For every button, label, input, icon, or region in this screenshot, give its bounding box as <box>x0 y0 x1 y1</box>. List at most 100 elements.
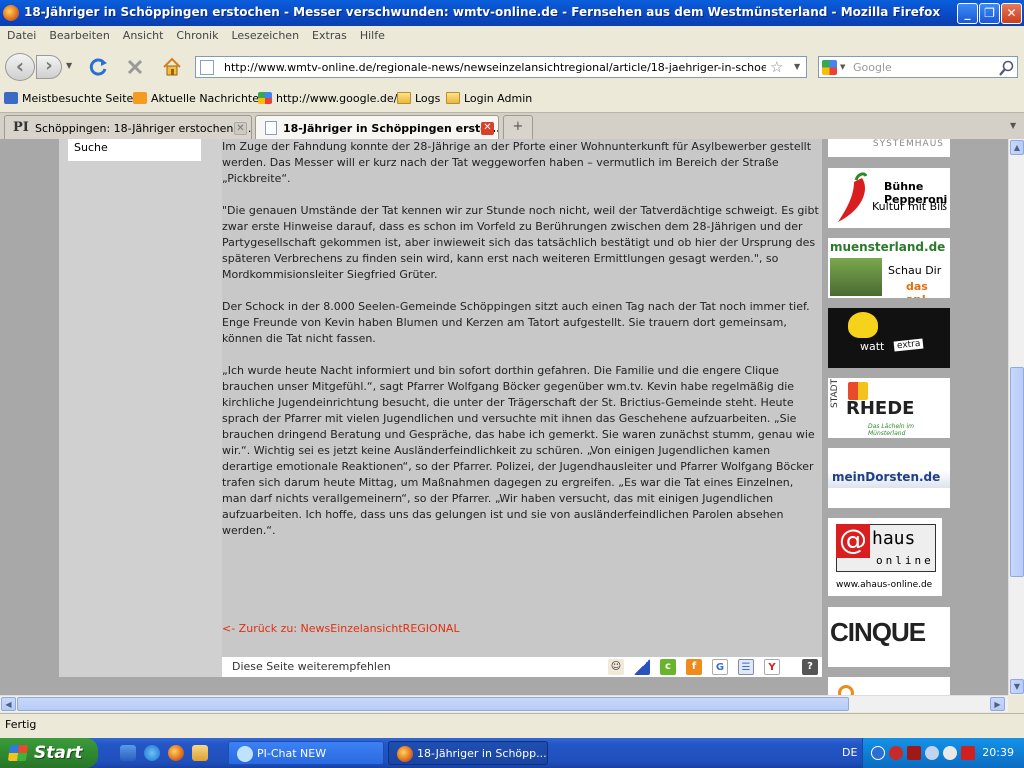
menu-chronik[interactable]: Chronik <box>169 26 224 42</box>
stop-icon[interactable] <box>126 58 144 76</box>
back-link[interactable]: <- Zurück zu: NewsEinzelansichtREGIONAL <box>222 622 460 635</box>
social-icon[interactable]: c <box>660 659 676 675</box>
firefox-quicklaunch-icon[interactable] <box>168 745 184 761</box>
task-pi-chat[interactable]: PI-Chat NEW <box>228 741 384 765</box>
bookmark-login-admin[interactable]: Login Admin <box>446 92 532 105</box>
folder-icon <box>446 92 460 104</box>
home-icon[interactable] <box>162 57 182 76</box>
folkd-icon[interactable]: f <box>686 659 702 675</box>
tab-close-icon[interactable]: ✕ <box>481 122 494 135</box>
minimize-button[interactable]: _ <box>957 3 978 24</box>
menu-datei[interactable]: Datei <box>0 26 42 42</box>
horizontal-scrollbar[interactable]: ◀ ▶ <box>0 695 1008 712</box>
address-bar[interactable]: http://www.wmtv-online.de/regionale-news… <box>195 56 807 78</box>
messenger-icon[interactable] <box>192 745 208 761</box>
reload-icon[interactable] <box>89 57 109 77</box>
search-placeholder: Google <box>853 61 892 74</box>
scroll-down-icon[interactable]: ▼ <box>1010 679 1024 694</box>
tab-list-icon[interactable]: ▼ <box>1010 121 1016 130</box>
firefox-window: 18-Jähriger in Schöppingen erstochen - M… <box>0 0 1024 738</box>
article-paragraph: „Ich wurde heute Nacht informiert und bi… <box>222 364 815 537</box>
language-indicator[interactable]: DE <box>842 746 857 759</box>
tray-expand-icon[interactable] <box>871 746 885 760</box>
menu-extras[interactable]: Extras <box>305 26 353 42</box>
google-icon[interactable] <box>822 60 837 75</box>
tab-schoeppingen-pi[interactable]: PI Schöppingen: 18-Jähriger erstochen - … <box>4 115 252 140</box>
maximize-button[interactable]: ❐ <box>979 3 1000 24</box>
network-icon[interactable] <box>925 746 939 760</box>
task-firefox-active[interactable]: 18-Jähriger in Schöpp... <box>388 741 548 765</box>
lightbulb-icon <box>848 312 878 338</box>
left-sidebar: Suche <box>59 139 222 677</box>
url-dropdown-icon[interactable]: ▼ <box>794 62 800 71</box>
firefox-icon <box>3 5 19 21</box>
scroll-left-icon[interactable]: ◀ <box>1 697 16 711</box>
scroll-thumb-horizontal[interactable] <box>17 697 849 711</box>
ad-partial[interactable] <box>828 677 950 695</box>
volume-icon[interactable] <box>943 746 957 760</box>
article-body: Im Zuge der Fahndung konnte der 28-Jähri… <box>222 139 820 555</box>
help-icon[interactable]: ? <box>802 659 818 675</box>
vertical-scrollbar[interactable]: ▲ ▼ <box>1008 139 1024 695</box>
wireless-icon[interactable] <box>961 746 975 760</box>
page-icon <box>265 121 277 135</box>
article-paragraph: "Die genauen Umstände der Tat kennen wir… <box>222 204 819 281</box>
delicious-icon[interactable] <box>634 659 650 675</box>
ad-stadt-rhede[interactable]: STADT RHEDE Das Lächeln im Münsterland <box>828 378 950 438</box>
page-icon <box>200 60 214 75</box>
search-box[interactable]: ▼ Google <box>818 56 1018 78</box>
scroll-right-icon[interactable]: ▶ <box>990 697 1005 711</box>
menu-ansicht[interactable]: Ansicht <box>116 26 170 42</box>
close-button[interactable]: ✕ <box>1001 3 1022 24</box>
recommend-label: Diese Seite weiterempfehlen <box>232 660 391 673</box>
tab-close-icon[interactable]: ✕ <box>234 122 247 135</box>
ad-logo-icon <box>838 685 854 695</box>
chili-pepper-icon <box>838 172 868 222</box>
menu-hilfe[interactable]: Hilfe <box>353 26 391 42</box>
start-button[interactable]: Start <box>0 738 98 768</box>
search-icon[interactable] <box>999 60 1015 76</box>
ad-cinque[interactable]: CINQUE <box>828 607 950 667</box>
ad-muensterland[interactable]: muensterland.de Schau Dir das an! <box>828 238 950 298</box>
ad-ahaus-online[interactable]: @ haus online www.ahaus-online.de <box>828 518 942 596</box>
folder-icon <box>397 92 411 104</box>
person-icon[interactable]: ☺ <box>608 659 624 675</box>
bookmark-meistbesuchte[interactable]: Meistbesuchte Seiten <box>4 92 140 105</box>
bookmark-logs[interactable]: Logs <box>397 92 440 105</box>
ad-mein-dorsten[interactable]: meinDorsten.de <box>828 448 950 508</box>
url-text[interactable]: http://www.wmtv-online.de/regionale-news… <box>224 61 766 74</box>
back-button[interactable]: ‹ <box>5 53 35 81</box>
rss-icon <box>133 92 147 104</box>
google-bookmark-icon[interactable]: G <box>712 659 728 675</box>
taskbar: Start PI-Chat NEW 18-Jähriger in Schöpp.… <box>0 738 1024 768</box>
scroll-up-icon[interactable]: ▲ <box>1010 140 1024 155</box>
menu-bearbeiten[interactable]: Bearbeiten <box>42 26 115 42</box>
clock: 20:39 <box>982 746 1014 759</box>
history-dropdown-icon[interactable]: ▼ <box>66 61 72 70</box>
security-icon[interactable] <box>889 746 903 760</box>
new-tab-button[interactable]: + <box>503 115 533 140</box>
bookmark-google[interactable]: http://www.google.de/ <box>258 92 397 105</box>
status-text: Fertig <box>5 718 37 731</box>
article-paragraph: Im Zuge der Fahndung konnte der 28-Jähri… <box>222 140 812 185</box>
status-bar: Fertig <box>0 713 1024 735</box>
ad-watt-extra[interactable]: watt extra <box>828 308 950 368</box>
tab-18-jaehriger-active[interactable]: 18-Jähriger in Schöppingen ersto... ✕ <box>255 115 499 140</box>
bookmark-star-icon[interactable]: ☆ <box>770 58 783 76</box>
menu-lesezeichen[interactable]: Lesezeichen <box>224 26 305 42</box>
system-tray: 20:39 <box>862 738 1024 768</box>
scroll-thumb[interactable] <box>1010 367 1024 577</box>
search-nav-item[interactable]: Suche <box>68 139 201 161</box>
ad-systemhaus[interactable]: SYSTEMHAUS <box>828 139 950 157</box>
yahoo-icon[interactable]: Y <box>764 659 780 675</box>
shield-icon[interactable] <box>907 746 921 760</box>
forward-button[interactable]: › <box>36 55 62 79</box>
ad-column: SYSTEMHAUS Bühne Pepperoni Kultur mit Bi… <box>822 139 956 695</box>
list-icon[interactable]: ☰ <box>738 659 754 675</box>
bookmark-nachrichten[interactable]: Aktuelle Nachrichten <box>133 92 266 105</box>
search-engine-dropdown-icon[interactable]: ▼ <box>840 63 845 71</box>
chat-icon <box>237 746 253 762</box>
ad-buehne-pepperoni[interactable]: Bühne Pepperoni Kultur mit Biß <box>828 168 950 228</box>
internet-explorer-icon[interactable] <box>144 745 160 761</box>
show-desktop-icon[interactable] <box>120 745 136 761</box>
